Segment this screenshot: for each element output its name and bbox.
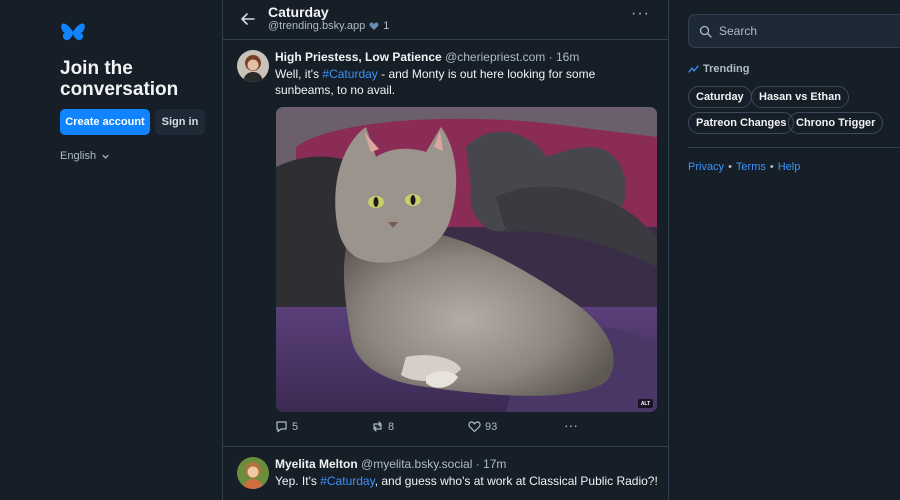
trending-heading: Trending (688, 63, 749, 75)
trending-label: Trending (703, 63, 750, 75)
search-box[interactable] (688, 14, 900, 48)
cat-photo[interactable]: ALT (276, 107, 657, 412)
reply-count: 5 (292, 420, 299, 433)
post-actions: 5 8 93 ··· (275, 418, 655, 436)
avatar[interactable] (237, 457, 269, 489)
privacy-link[interactable]: Privacy (688, 161, 724, 173)
repost-count: 8 (388, 420, 395, 433)
reply-icon (276, 421, 287, 433)
help-link[interactable]: Help (778, 161, 801, 173)
footer-separator: • (769, 161, 774, 173)
post-text: Well, it's #Caturday - and Monty is out … (275, 66, 655, 98)
language-label: English (60, 150, 97, 162)
hashtag-link[interactable]: #Caturday (320, 474, 374, 488)
post[interactable]: Myelita Melton @myelita.bsky.social · 17… (223, 447, 668, 500)
author-handle[interactable]: @myelita.bsky.social (361, 457, 472, 471)
feed-header: Caturday @trending.bsky.app 1 ··· (223, 0, 668, 40)
reply-button[interactable]: 5 (275, 420, 298, 433)
footer-links: Privacy • Terms • Help (688, 161, 800, 173)
divider (688, 147, 900, 148)
join-conversation-heading: Join the conversation (60, 58, 179, 100)
avatar[interactable] (237, 50, 269, 82)
left-sidebar: Join the conversation Create account Sig… (0, 0, 222, 500)
trending-topic-chip[interactable]: Chrono Trigger (788, 112, 884, 134)
search-input[interactable] (719, 24, 879, 38)
post-time[interactable]: 17m (483, 457, 506, 471)
post-text: Yep. It's #Caturday, and guess who's at … (275, 473, 660, 489)
chevron-down-icon (102, 154, 109, 159)
feed-handle[interactable]: @trending.bsky.app (268, 20, 365, 32)
author-name[interactable]: High Priestess, Low Patience (275, 50, 442, 64)
language-selector[interactable]: English (60, 150, 110, 162)
post-header: Myelita Melton @myelita.bsky.social · 17… (275, 457, 506, 471)
repost-icon (373, 421, 382, 432)
separator-dot: · (472, 457, 484, 471)
post-time[interactable]: 16m (556, 50, 579, 64)
heart-icon (369, 22, 379, 30)
sign-in-button[interactable]: Sign in (155, 109, 205, 135)
post-text-part: Well, it's (275, 67, 323, 81)
search-icon (699, 25, 712, 38)
post-text-part: , and guess who's at work at Classical P… (374, 474, 658, 488)
bluesky-butterfly-logo[interactable] (60, 20, 86, 46)
like-button[interactable]: 93 (468, 420, 497, 433)
separator-dot: · (545, 50, 556, 64)
feed-subtitle: @trending.bsky.app 1 (268, 20, 389, 32)
trending-topic-chip[interactable]: Patreon Changes (688, 112, 795, 134)
trending-topic-chip[interactable]: Caturday (688, 86, 752, 108)
footer-separator: • (728, 161, 732, 173)
main-feed-column: Caturday @trending.bsky.app 1 ··· High P… (222, 0, 669, 500)
back-arrow-icon[interactable] (239, 10, 257, 28)
post-text-part: Yep. It's (275, 474, 321, 488)
like-count: 93 (485, 420, 498, 433)
heart-outline-icon (468, 421, 481, 433)
feed-like-count: 1 (383, 20, 390, 32)
right-sidebar: Trending Caturday Hasan vs Ethan Patreon… (669, 0, 900, 500)
trending-topic-chip[interactable]: Hasan vs Ethan (751, 86, 849, 108)
hashtag-link[interactable]: #Caturday (322, 67, 377, 81)
repost-button[interactable]: 8 (371, 420, 394, 433)
post[interactable]: High Priestess, Low Patience @cherieprie… (223, 40, 668, 447)
create-account-button[interactable]: Create account (60, 109, 150, 135)
alt-text-badge[interactable]: ALT (638, 399, 653, 408)
author-handle[interactable]: @cheriepriest.com (445, 50, 545, 64)
author-name[interactable]: Myelita Melton (275, 457, 358, 471)
trending-icon (688, 64, 699, 73)
terms-link[interactable]: Terms (736, 161, 766, 173)
more-options-icon[interactable]: ··· (631, 6, 649, 26)
feed-title: Caturday (268, 4, 329, 20)
post-more-icon[interactable]: ··· (564, 418, 578, 432)
post-header: High Priestess, Low Patience @cherieprie… (275, 50, 579, 64)
